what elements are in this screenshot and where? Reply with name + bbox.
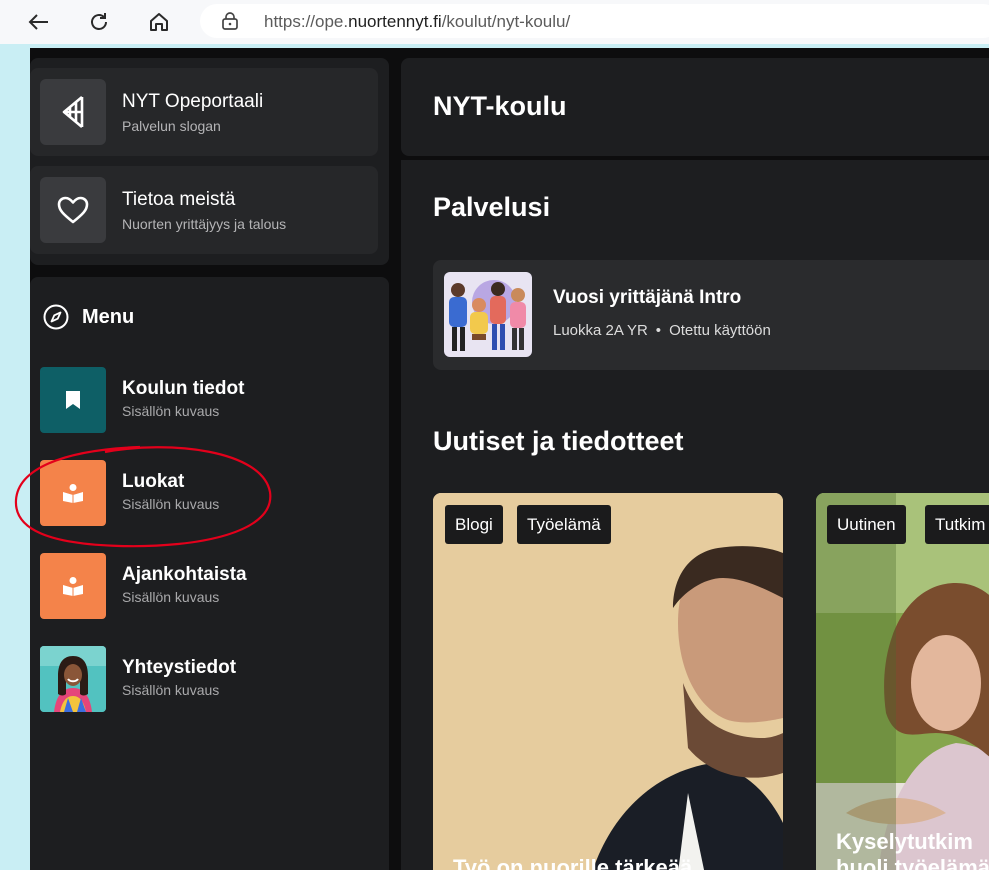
portal-logo-box [40,79,106,145]
illustration-icon [444,272,532,357]
portal-slogan: Palvelun slogan [122,118,221,134]
menu-item-ajankohtaista[interactable]: Ajankohtaista Sisällön kuvaus [40,553,380,619]
page-header: NYT-koulu [401,58,989,156]
about-subtitle: Nuorten yrittäjyys ja talous [122,216,287,232]
service-status: Otettu käyttöön [669,322,771,339]
services-heading: Palvelusi [433,192,551,222]
news-card[interactable]: Uutinen Tutkim Kyselytutkim huoli työelä… [816,493,989,870]
menu-item-icon-box [40,367,106,433]
bookmark-icon [66,391,80,409]
main-content: Palvelusi Vuosi yrittäjänä Intro Luokka … [401,160,989,870]
service-card[interactable]: Vuosi yrittäjänä Intro Luokka 2A YR • Otet… [433,260,989,370]
menu-item-title: Yhteystiedot [122,657,237,678]
news-card[interactable]: Blogi Työelämä Työ on nuorille tärkeää [433,493,783,870]
menu-item-subtitle: Sisällön kuvaus [122,403,220,419]
service-class: Luokka 2A YR [553,322,648,339]
url-prefix: https://ope. [264,12,349,31]
tag-tyoelama[interactable]: Työelämä [517,505,611,544]
service-thumbnail [444,272,532,357]
portal-title: NYT Opeportaali [122,91,264,112]
menu-item-yhteystiedot[interactable]: Yhteystiedot Sisällön kuvaus [40,646,380,712]
service-title: Vuosi yrittäjänä Intro [553,287,742,308]
reader-icon [63,484,83,503]
service-meta: Luokka 2A YR • Otettu käyttöön [553,322,771,339]
person-photo-icon [40,646,106,712]
reader-icon [63,577,83,596]
back-button[interactable] [24,7,54,37]
menu-item-subtitle: Sisällön kuvaus [122,589,220,605]
menu-label: Menu [82,305,135,328]
about-title: Tietoa meistä [122,189,236,210]
tag-blogi[interactable]: Blogi [445,505,503,544]
reload-button[interactable] [84,7,114,37]
home-button[interactable] [144,7,174,37]
page-title: NYT-koulu [433,91,567,121]
contact-photo [40,646,106,712]
menu-item-luokat[interactable]: Luokat Sisällön kuvaus [40,460,380,526]
back-arrow-icon [28,14,48,30]
news-photo-woman [816,493,989,870]
reload-icon [91,13,107,30]
menu-header: Menu [42,303,134,331]
sidebar-top-panel: NYT Opeportaali Palvelun slogan Tietoa m… [30,58,389,265]
menu-item-koulun-tiedot[interactable]: Koulun tiedot Sisällön kuvaus [40,367,380,433]
logo-icon [62,96,84,128]
menu-panel: Menu Koulun tiedot Sisällön kuvaus Luoka… [30,277,389,870]
news-title: Työ on nuorille tärkeää [453,855,693,870]
lock-icon[interactable] [220,11,240,31]
menu-item-icon-box [40,460,106,526]
menu-item-title: Luokat [122,471,185,492]
url-path: /koulut/nyt-koulu/ [441,12,571,31]
home-icon [150,13,168,31]
browser-toolbar: https://ope.nuortennyt.fi/koulut/nyt-kou… [0,0,989,44]
news-title-line-1: Kyselytutkim [836,829,973,854]
about-icon-box [40,177,106,243]
menu-item-title: Ajankohtaista [122,564,247,585]
heart-icon [57,196,89,224]
news-heading: Uutiset ja tiedotteet [433,426,684,456]
url-text[interactable]: https://ope.nuortennyt.fi/koulut/nyt-kou… [264,12,570,32]
news-photo-man [433,493,783,870]
address-bar[interactable]: https://ope.nuortennyt.fi/koulut/nyt-kou… [200,4,989,38]
url-host: nuortennyt.fi [348,12,442,31]
tag-tutkimus[interactable]: Tutkim [925,505,989,544]
menu-item-icon-box [40,553,106,619]
portal-card[interactable]: NYT Opeportaali Palvelun slogan [30,68,378,156]
menu-item-subtitle: Sisällön kuvaus [122,682,220,698]
tag-uutinen[interactable]: Uutinen [827,505,906,544]
compass-icon [43,304,69,330]
menu-item-subtitle: Sisällön kuvaus [122,496,220,512]
app: NYT Opeportaali Palvelun slogan Tietoa m… [30,48,989,870]
news-title-line-2: huoli työelämä [836,855,989,870]
bullet-separator: • [655,322,662,339]
menu-item-title: Koulun tiedot [122,378,245,399]
about-card[interactable]: Tietoa meistä Nuorten yrittäjyys ja talo… [30,166,378,254]
